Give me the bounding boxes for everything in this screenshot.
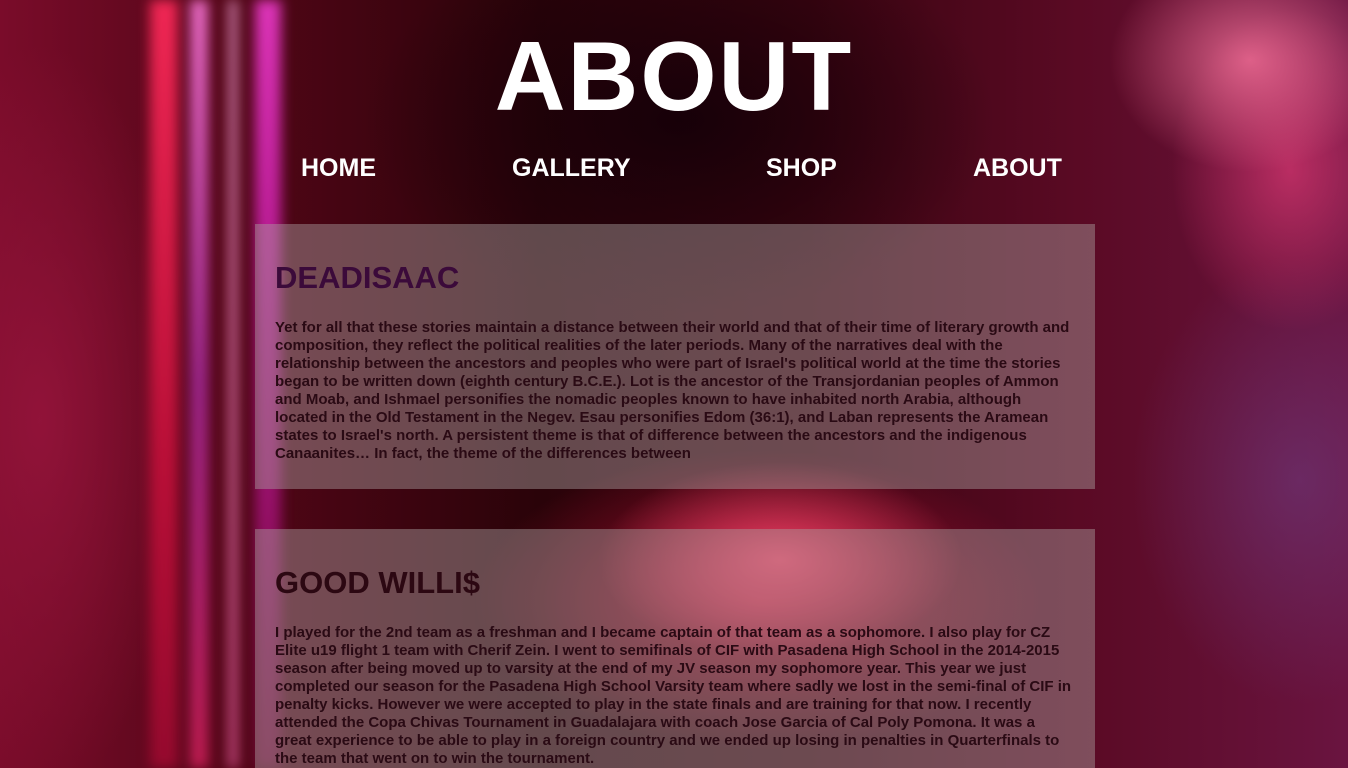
page-title: ABOUT <box>494 21 854 131</box>
card-body-text: I played for the 2nd team as a freshman … <box>275 624 1072 767</box>
about-card-deadisaac: DEADISAAC Yet for all that these stories… <box>255 224 1095 489</box>
main-nav: HOME GALLERY SHOP ABOUT <box>0 150 1348 186</box>
nav-link-about[interactable]: ABOUT <box>973 150 1062 186</box>
nav-link-gallery[interactable]: GALLERY <box>512 150 631 186</box>
card-heading: DEADISAAC <box>275 260 460 295</box>
card-heading: GOOD WILLI$ <box>275 565 480 600</box>
card-body-text: Yet for all that these stories maintain … <box>275 319 1070 462</box>
about-card-good-willis: GOOD WILLI$ I played for the 2nd team as… <box>255 529 1095 768</box>
nav-link-home[interactable]: HOME <box>301 150 376 186</box>
nav-link-shop[interactable]: SHOP <box>766 150 837 186</box>
